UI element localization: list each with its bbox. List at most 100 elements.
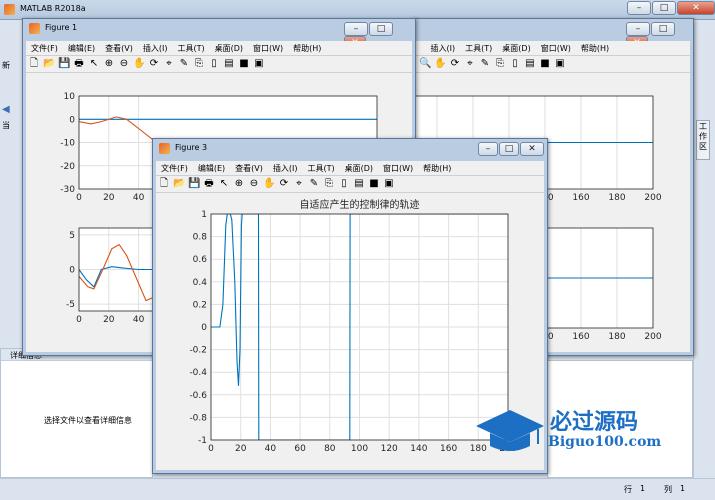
menu-file[interactable]: 文件(F) [26, 41, 63, 54]
rotate-icon[interactable]: ⟳ [449, 58, 461, 70]
minimize-icon[interactable]: – [344, 22, 368, 36]
brush-icon[interactable]: ✎ [308, 178, 320, 190]
pan-icon[interactable]: ✋ [434, 58, 446, 70]
print-icon[interactable]: 🖶 [73, 58, 85, 70]
select-arrow-icon[interactable]: ↖ [218, 178, 230, 190]
y-tick-label: 10 [64, 92, 76, 102]
menu-edit[interactable]: 编辑(E) [193, 161, 230, 174]
link-icon[interactable]: ⎘ [193, 58, 205, 70]
zoom-in-icon[interactable]: ⊕ [233, 178, 245, 190]
new-figure-icon[interactable]: 🗋 [28, 58, 40, 70]
save-icon[interactable]: 💾 [188, 178, 200, 190]
y-tick-label: 0.6 [193, 255, 208, 265]
minimize-icon[interactable]: – [478, 142, 498, 156]
menu-insert[interactable]: 插入(I) [138, 41, 173, 54]
legend-icon[interactable]: ▤ [524, 58, 536, 70]
menu-edit[interactable]: 编辑(E) [63, 41, 100, 54]
x-tick-label: 40 [133, 193, 145, 203]
colorbar-icon[interactable]: ▯ [509, 58, 521, 70]
watermark-url: Biguo100.com [548, 434, 662, 450]
x-tick-label: 20 [103, 193, 115, 203]
colorbar-icon[interactable]: ▯ [338, 178, 350, 190]
axes: 02040608010012014016018020010.80.60.40.2… [189, 198, 516, 454]
menu-view[interactable]: 查看(V) [230, 161, 268, 174]
y-tick-label: 0.4 [193, 278, 208, 288]
menu-tools[interactable]: 工具(T) [302, 161, 339, 174]
figure-back-menu-bar: 插入(I) 工具(T) 桌面(D) 窗口(W) 帮助(H) [413, 41, 690, 56]
menu-desktop[interactable]: 桌面(D) [340, 161, 378, 174]
menu-tools[interactable]: 工具(T) [172, 41, 209, 54]
open-icon[interactable]: 📂 [173, 178, 185, 190]
save-icon[interactable]: 💾 [58, 58, 70, 70]
menu-desktop[interactable]: 桌面(D) [210, 41, 248, 54]
y-tick-label: -20 [60, 162, 75, 172]
menu-insert[interactable]: 插入(I) [268, 161, 303, 174]
link-icon[interactable]: ⎘ [494, 58, 506, 70]
pan-icon[interactable]: ✋ [133, 58, 145, 70]
x-tick-label: 200 [644, 332, 661, 342]
x-tick-label: 20 [103, 315, 115, 325]
colorbar-icon[interactable]: ▯ [208, 58, 220, 70]
watermark: 必过源码 Biguo100.com [470, 404, 670, 460]
menu-window[interactable]: 窗口(W) [378, 161, 418, 174]
matlab-title-bar: MATLAB R2018a – □ ✕ [0, 0, 715, 20]
menu-window[interactable]: 窗口(W) [536, 41, 576, 54]
show-tools-icon[interactable]: ▣ [554, 58, 566, 70]
zoom-in-icon[interactable]: ⊕ [103, 58, 115, 70]
show-tools-icon[interactable]: ▣ [383, 178, 395, 190]
brush-icon[interactable]: ✎ [178, 58, 190, 70]
zoom-out-icon[interactable]: ⊖ [118, 58, 130, 70]
menu-help[interactable]: 帮助(H) [288, 41, 326, 54]
new-figure-icon[interactable]: 🗋 [158, 178, 170, 190]
maximize-icon[interactable]: □ [652, 1, 676, 15]
menu-desktop[interactable]: 桌面(D) [497, 41, 535, 54]
y-tick-label: -0.4 [189, 368, 207, 378]
maximize-icon[interactable]: □ [651, 22, 675, 36]
close-icon[interactable]: ✕ [677, 1, 715, 15]
data-cursor-icon[interactable]: ⌖ [293, 178, 305, 190]
left-strip: 新 ◀ 当 [0, 20, 22, 348]
workspace-tab[interactable]: 工作区 [699, 122, 707, 152]
hide-tools-icon[interactable]: ■ [238, 58, 250, 70]
x-tick-label: 100 [351, 444, 368, 454]
hide-tools-icon[interactable]: ■ [368, 178, 380, 190]
data-cursor-icon[interactable]: ⌖ [163, 58, 175, 70]
maximize-icon[interactable]: □ [499, 142, 519, 156]
figure-back-toolbar: 🔍 ✋ ⟳ ⌖ ✎ ⎘ ▯ ▤ ■ ▣ [413, 56, 690, 73]
maximize-icon[interactable]: □ [369, 22, 393, 36]
minimize-icon[interactable]: – [627, 1, 651, 15]
back-arrow-icon[interactable]: ◀ [2, 104, 10, 115]
zoom-in-icon[interactable]: 🔍 [419, 58, 431, 70]
menu-tools[interactable]: 工具(T) [460, 41, 497, 54]
x-tick-label: 40 [133, 315, 145, 325]
rotate-icon[interactable]: ⟳ [148, 58, 160, 70]
select-arrow-icon[interactable]: ↖ [88, 58, 100, 70]
x-tick-label: 0 [208, 444, 214, 454]
close-icon[interactable]: ✕ [520, 142, 544, 156]
hide-tools-icon[interactable]: ■ [539, 58, 551, 70]
zoom-out-icon[interactable]: ⊖ [248, 178, 260, 190]
legend-icon[interactable]: ▤ [223, 58, 235, 70]
legend-icon[interactable]: ▤ [353, 178, 365, 190]
menu-file[interactable]: 文件(F) [156, 161, 193, 174]
link-icon[interactable]: ⎘ [323, 178, 335, 190]
rotate-icon[interactable]: ⟳ [278, 178, 290, 190]
y-tick-label: -0.2 [189, 346, 207, 356]
minimize-icon[interactable]: – [626, 22, 650, 36]
open-icon[interactable]: 📂 [43, 58, 55, 70]
menu-help[interactable]: 帮助(H) [418, 161, 456, 174]
menu-help[interactable]: 帮助(H) [576, 41, 614, 54]
show-tools-icon[interactable]: ▣ [253, 58, 265, 70]
menu-view[interactable]: 查看(V) [100, 41, 138, 54]
pan-icon[interactable]: ✋ [263, 178, 275, 190]
menu-insert[interactable]: 插入(I) [426, 41, 461, 54]
details-panel-hint: 选择文件以查看详细信息 [44, 416, 132, 425]
y-tick-label: 0 [69, 266, 75, 276]
print-icon[interactable]: 🖶 [203, 178, 215, 190]
brush-icon[interactable]: ✎ [479, 58, 491, 70]
y-tick-label: 0.8 [193, 233, 208, 243]
figure-icon [29, 23, 40, 34]
menu-window[interactable]: 窗口(W) [248, 41, 288, 54]
data-cursor-icon[interactable]: ⌖ [464, 58, 476, 70]
figure-1-title: Figure 1 [45, 23, 78, 32]
